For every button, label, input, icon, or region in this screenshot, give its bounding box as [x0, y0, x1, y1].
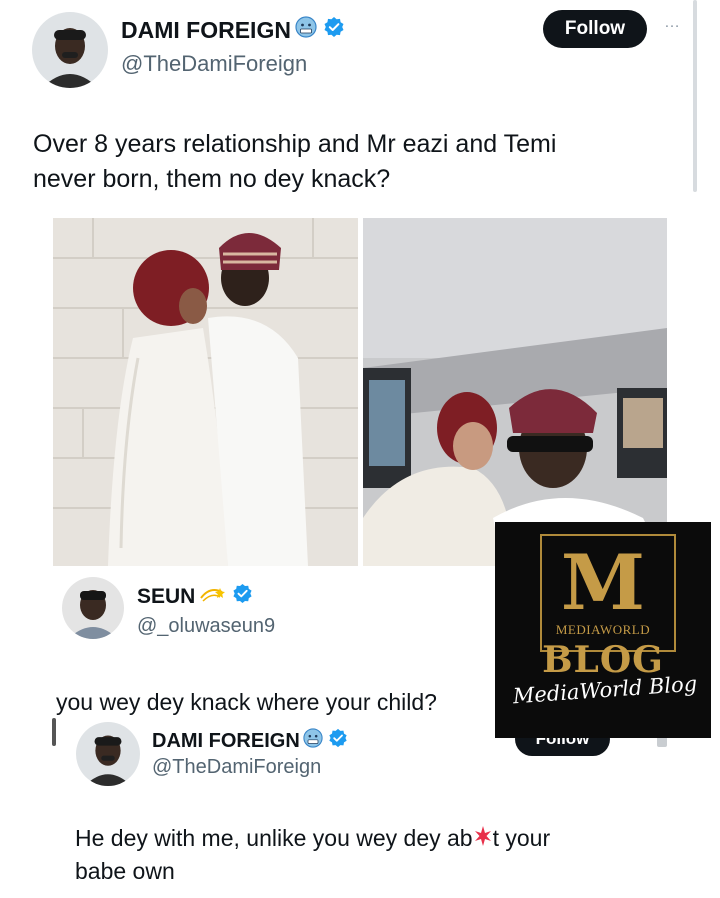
- display-name-text: DAMI FOREIGN: [121, 16, 291, 43]
- watermark-letter: M: [560, 538, 646, 627]
- mediaworld-blog-watermark: M MEDIAWORLD BLOG MediaWorld Blog: [495, 522, 711, 738]
- watermark-line1: MEDIAWORLD: [555, 622, 651, 637]
- verified-badge-icon: [323, 16, 345, 44]
- reply-tweet-text: you wey dey knack where your child?: [56, 689, 437, 715]
- response-handle[interactable]: @TheDamiForeign: [152, 756, 321, 779]
- display-name[interactable]: DAMI FOREIGN: [121, 16, 345, 44]
- left-edge-bar: [52, 718, 56, 746]
- emoji-face-icon: [295, 16, 317, 44]
- response-text-line-1: He dey with me, unlike you wey dey ab t y…: [75, 823, 550, 856]
- avatar-dami-foreign-response[interactable]: [76, 722, 140, 786]
- response-display-name-text: DAMI FOREIGN: [152, 729, 300, 752]
- response-verified-badge-icon: [328, 728, 348, 754]
- censor-star-icon: [474, 824, 492, 856]
- avatar-seun[interactable]: [62, 577, 124, 639]
- reply-display-name[interactable]: SEUN: [137, 583, 253, 610]
- reply-verified-badge-icon: [232, 583, 253, 610]
- reply-display-name-text: SEUN: [137, 584, 196, 608]
- tweet-text-line-2: never born, them no dey knack?: [33, 164, 391, 193]
- reply-handle[interactable]: @_oluwaseun9: [137, 615, 275, 638]
- dizzy-emoji-icon: [198, 584, 226, 610]
- more-options-icon[interactable]: …: [664, 14, 681, 32]
- scrollbar[interactable]: [693, 0, 697, 192]
- avatar-dami-foreign[interactable]: [32, 12, 108, 88]
- response-text-line-2: babe own: [75, 857, 175, 884]
- response-text-line-1-end: t your: [492, 825, 551, 851]
- tweet-photo-1[interactable]: [53, 218, 358, 566]
- response-emoji-face-icon: [303, 728, 323, 754]
- follow-button[interactable]: Follow: [543, 10, 647, 48]
- tweet-text-line-1: Over 8 years relationship and Mr eazi an…: [33, 130, 557, 158]
- response-display-name[interactable]: DAMI FOREIGN: [152, 728, 348, 754]
- tweet-text: Over 8 years relationship and Mr eazi an…: [33, 127, 556, 196]
- response-text-line-1-start: He dey with me, unlike you wey dey ab: [75, 825, 473, 851]
- tweet-photo-2[interactable]: [363, 218, 667, 566]
- response-tweet-text: He dey with me, unlike you wey dey ab t y…: [75, 823, 550, 888]
- handle[interactable]: @TheDamiForeign: [121, 51, 307, 77]
